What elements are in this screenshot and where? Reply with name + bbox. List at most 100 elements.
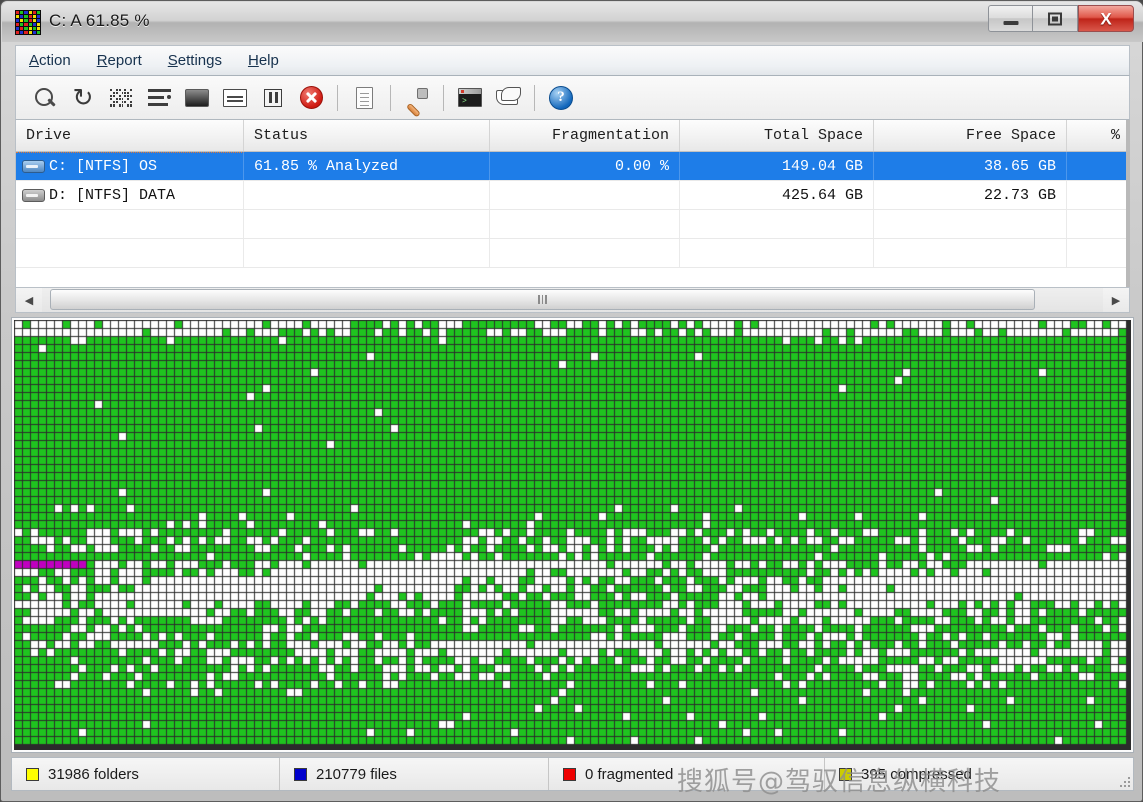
column-header-fragmentation[interactable]: Fragmentation bbox=[490, 120, 680, 151]
report-file-icon bbox=[356, 87, 373, 109]
legend-swatch-files-count bbox=[294, 768, 307, 781]
drive-list-header: DriveStatusFragmentationTotal SpaceFree … bbox=[16, 120, 1129, 152]
full-optimize-icon bbox=[185, 89, 209, 107]
drive-list[interactable]: DriveStatusFragmentationTotal SpaceFree … bbox=[15, 120, 1130, 287]
maximize-button[interactable] bbox=[1033, 5, 1078, 32]
stop-button[interactable] bbox=[292, 79, 330, 117]
cell-empty bbox=[490, 210, 680, 238]
close-button[interactable]: X bbox=[1078, 5, 1134, 32]
menu-accel-report: R bbox=[97, 52, 108, 69]
settings-wrench-icon bbox=[405, 87, 429, 109]
menu-accel-help: H bbox=[248, 52, 259, 69]
cell-free_space: 38.65 GB bbox=[874, 152, 1067, 180]
defragment-icon bbox=[110, 89, 132, 107]
defrag-blocks-icon bbox=[15, 10, 41, 35]
menu-rest-action: ction bbox=[39, 52, 71, 69]
refresh-button[interactable]: ↻ bbox=[64, 79, 102, 117]
boot-script-icon bbox=[496, 87, 521, 108]
cell-percent_free bbox=[1067, 181, 1130, 209]
status-label-compressed-count: 395 compressed bbox=[861, 766, 972, 783]
legend-swatch-fragmented-count bbox=[563, 768, 576, 781]
cell-empty bbox=[1067, 210, 1130, 238]
cell-free_space: 22.73 GB bbox=[874, 181, 1067, 209]
menu-item-help[interactable]: Help bbox=[235, 49, 292, 72]
column-header-total_space[interactable]: Total Space bbox=[680, 120, 874, 151]
menu-rest-settings: ettings bbox=[178, 52, 222, 69]
refresh-icon: ↻ bbox=[73, 85, 94, 110]
legend-swatch-folders-count bbox=[26, 768, 39, 781]
drive-list-body[interactable]: C: [NTFS] OS61.85 % Analyzed0.00 %149.04… bbox=[16, 152, 1129, 268]
scroll-track[interactable] bbox=[42, 288, 1103, 312]
menu-item-action[interactable]: Action bbox=[16, 49, 84, 72]
full-optimize-button[interactable] bbox=[178, 79, 216, 117]
report-button[interactable] bbox=[345, 79, 383, 117]
status-item-compressed-count: 395 compressed bbox=[825, 758, 1133, 790]
cell-empty bbox=[490, 239, 680, 267]
drive-label: C: [NTFS] OS bbox=[49, 158, 157, 175]
cell-total_space: 425.64 GB bbox=[680, 181, 874, 209]
mft-optimize-icon bbox=[223, 89, 247, 107]
status-item-fragmented-count: 0 fragmented bbox=[549, 758, 825, 790]
toolbar-separator bbox=[443, 85, 444, 111]
column-header-drive[interactable]: Drive bbox=[16, 120, 244, 151]
menu-accel-settings: S bbox=[168, 52, 178, 69]
boot-script-button[interactable] bbox=[489, 79, 527, 117]
defragment-button[interactable] bbox=[102, 79, 140, 117]
console-button[interactable]: > bbox=[451, 79, 489, 117]
cell-empty bbox=[874, 239, 1067, 267]
minimize-button[interactable] bbox=[988, 5, 1033, 32]
disk-map-canvas[interactable] bbox=[14, 320, 1131, 750]
status-item-folders-count: 31986 folders bbox=[12, 758, 280, 790]
help-button[interactable]: ? bbox=[542, 79, 580, 117]
help-icon: ? bbox=[549, 86, 573, 110]
drive-list-horizontal-scrollbar[interactable]: ◀ ▶ bbox=[15, 287, 1130, 313]
console-icon: > bbox=[458, 88, 482, 107]
window-title: C: A 61.85 % bbox=[49, 11, 150, 31]
drive-icon-grey bbox=[22, 189, 45, 202]
toolbar-separator bbox=[337, 85, 338, 111]
stop-icon bbox=[300, 86, 323, 109]
status-bar: 31986 folders 210779 files 0 fragmented 395… bbox=[11, 757, 1134, 791]
status-label-folders-count: 31986 folders bbox=[48, 766, 139, 783]
table-row-empty bbox=[16, 210, 1129, 239]
column-header-free_space[interactable]: Free Space bbox=[874, 120, 1067, 151]
cell-empty bbox=[680, 239, 874, 267]
pause-button[interactable] bbox=[254, 79, 292, 117]
status-item-files-count: 210779 files bbox=[280, 758, 549, 790]
disk-cluster-map[interactable] bbox=[11, 317, 1134, 753]
cell-drive: C: [NTFS] OS bbox=[16, 152, 244, 180]
cell-total_space: 149.04 GB bbox=[680, 152, 874, 180]
scroll-thumb[interactable] bbox=[50, 289, 1035, 310]
scroll-right-arrow-icon[interactable]: ▶ bbox=[1103, 288, 1129, 312]
menu-item-settings[interactable]: Settings bbox=[155, 49, 235, 72]
cell-drive: D: [NTFS] DATA bbox=[16, 181, 244, 209]
resize-grip-icon[interactable] bbox=[1118, 775, 1130, 787]
cell-empty bbox=[16, 210, 244, 238]
menu-bar: Action Report Settings Help bbox=[15, 45, 1130, 76]
window-controls: X bbox=[988, 5, 1134, 34]
toolbar: ↻ bbox=[15, 76, 1130, 120]
table-row[interactable]: D: [NTFS] DATA 425.64 GB22.73 GB bbox=[16, 181, 1129, 210]
scroll-left-arrow-icon[interactable]: ◀ bbox=[16, 288, 42, 312]
status-label-files-count: 210779 files bbox=[316, 766, 397, 783]
drive-icon-blue bbox=[22, 160, 45, 173]
menu-item-report[interactable]: Report bbox=[84, 49, 155, 72]
cell-empty bbox=[680, 210, 874, 238]
quick-optimize-icon bbox=[148, 89, 171, 107]
quick-optimize-button[interactable] bbox=[140, 79, 178, 117]
drive-list-vertical-scrollbar[interactable] bbox=[1126, 120, 1130, 313]
legend-swatch-compressed-count bbox=[839, 768, 852, 781]
column-header-percent_free[interactable]: % bbox=[1067, 120, 1130, 151]
mft-optimize-button[interactable] bbox=[216, 79, 254, 117]
table-row[interactable]: C: [NTFS] OS61.85 % Analyzed0.00 %149.04… bbox=[16, 152, 1129, 181]
analyze-icon bbox=[34, 87, 56, 109]
settings-button[interactable] bbox=[398, 79, 436, 117]
column-header-status[interactable]: Status bbox=[244, 120, 490, 151]
title-bar: C: A 61.85 % X bbox=[2, 2, 1143, 42]
analyze-button[interactable] bbox=[26, 79, 64, 117]
cell-status: 61.85 % Analyzed bbox=[244, 152, 490, 180]
menu-accel-action: A bbox=[29, 52, 39, 69]
drive-label: D: [NTFS] DATA bbox=[49, 187, 175, 204]
application-window: C: A 61.85 % X Action Report Settings He… bbox=[0, 0, 1143, 802]
cell-fragmentation bbox=[490, 181, 680, 209]
